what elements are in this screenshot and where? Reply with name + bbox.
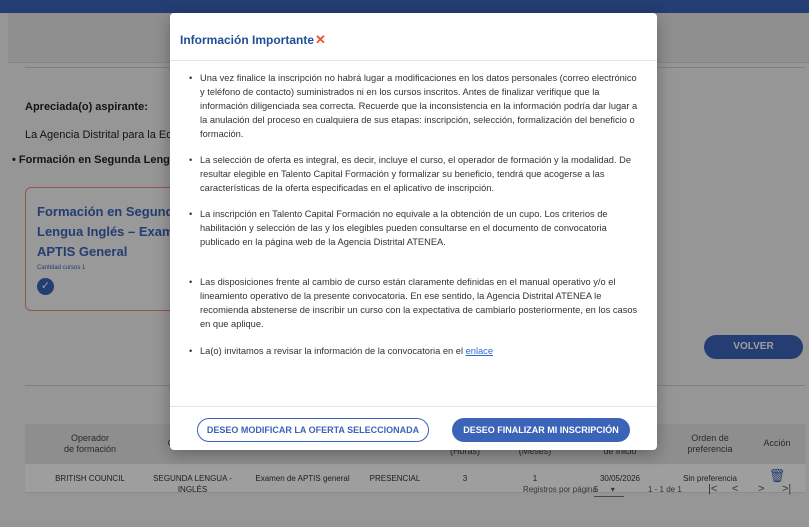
modal-header: Información Importante✕ (170, 13, 657, 61)
info-point: • La selección de oferta es integral, es … (189, 153, 643, 195)
info-point-text: La inscripción en Talento Capital Formac… (200, 209, 608, 247)
modal-body: • Una vez finalice la inscripción no habr… (170, 61, 657, 358)
modify-offer-button[interactable]: DESEO MODIFICAR LA OFERTA SELECCIONADA (197, 418, 429, 442)
convocatoria-link[interactable]: enlace (466, 346, 493, 356)
info-point: • La(o) invitamos a revisar la informació… (189, 346, 494, 356)
info-point-text: La(o) invitamos a revisar la información… (200, 346, 466, 356)
finish-registration-button[interactable]: DESEO FINALIZAR MI INSCRIPCIÓN (452, 418, 630, 442)
modal-title: Información Importante (180, 33, 315, 47)
info-point: • Una vez finalice la inscripción no habr… (189, 71, 643, 141)
close-icon[interactable]: ✕ (315, 32, 326, 47)
info-point: • Las disposiciones frente al cambio de c… (189, 275, 643, 331)
info-point-text: Una vez finalice la inscripción no habrá… (200, 73, 638, 139)
important-info-modal: Información Importante✕ • Una vez finalic… (170, 13, 657, 450)
modal-footer: DESEO MODIFICAR LA OFERTA SELECCIONADA D… (170, 406, 657, 450)
info-point-text: La selección de oferta es integral, es d… (200, 155, 631, 193)
info-point-text: Las disposiciones frente al cambio de cu… (200, 277, 638, 329)
info-point: • La inscripción en Talento Capital Forma… (189, 207, 643, 249)
